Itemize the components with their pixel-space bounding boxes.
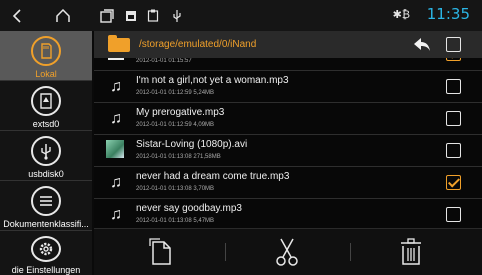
sidebar-item-label: extsd0 [32, 119, 60, 129]
bottom-toolbar [94, 228, 482, 275]
delete-icon[interactable] [396, 237, 426, 267]
sidebar-item-lokal[interactable]: Lokal [0, 31, 92, 81]
list-item[interactable]: ♫ never had a dream come true.mp3 2012-0… [94, 167, 482, 199]
file-checkbox[interactable] [446, 175, 461, 190]
file-checkbox[interactable] [446, 111, 461, 126]
sidebar-item-document-classification[interactable]: Dokumentenklassifi... [0, 181, 92, 231]
toolbar-divider [225, 243, 226, 261]
file-meta: 2012-01-01 01:12:59 5,24MB [136, 90, 215, 96]
folder-icon [108, 35, 130, 52]
cut-icon[interactable] [272, 237, 302, 267]
file-checkbox[interactable] [446, 58, 461, 61]
file-meta: 2012-01-01 01:13:08 271,58MB [136, 154, 221, 160]
home-icon[interactable] [52, 0, 74, 31]
gear-icon [31, 236, 61, 262]
toolbar-divider [350, 243, 351, 261]
file-checkbox[interactable] [446, 79, 461, 94]
music-note-icon: ♫ [110, 110, 122, 127]
file-name: I'm not a girl,not yet a woman.mp3 [136, 75, 289, 86]
sidebar-item-usbdisk0[interactable]: usbdisk0 [0, 131, 92, 181]
file-meta: 2012-01-01 01:12:59 4,09MB [136, 122, 215, 128]
recent-apps-icon[interactable] [96, 0, 118, 31]
music-note-icon: ♫ [110, 206, 122, 223]
sidebar-item-label: usbdisk0 [28, 169, 64, 179]
file-meta: 2012-01-01 01:15:57 [136, 58, 192, 64]
sidebar-item-extsd0[interactable]: extsd0 [0, 81, 92, 131]
file-checkbox[interactable] [446, 143, 461, 158]
file-meta: 2012-01-01 01:13:08 5,47MB [136, 218, 215, 224]
sidebar-item-settings[interactable]: die Einstellungen [0, 231, 92, 275]
list-icon [31, 186, 61, 216]
file-list: 2012-01-01 01:15:57 ♫ I'm not a girl,not… [94, 58, 482, 228]
clipboard-icon [142, 0, 164, 31]
file-meta: 2012-01-01 01:13:08 3,70MB [136, 186, 215, 192]
screenshot-icon [120, 0, 142, 31]
file-icon [108, 58, 124, 60]
back-arrow-icon[interactable] [412, 36, 432, 53]
usb-icon [166, 0, 188, 31]
list-item[interactable]: ♫ I'm not a girl,not yet a woman.mp3 201… [94, 71, 482, 103]
sidebar-item-label: Dokumentenklassifi... [3, 219, 89, 229]
external-sd-icon [31, 86, 61, 116]
list-item[interactable]: Sistar-Loving (1080p).avi 2012-01-01 01:… [94, 135, 482, 167]
file-name: Sistar-Loving (1080p).avi [136, 139, 248, 150]
video-thumbnail [106, 140, 124, 158]
music-note-icon: ♫ [110, 174, 122, 191]
sidebar: Lokal extsd0 usbdisk0 Dokumentenklassifi… [0, 31, 92, 275]
bluetooth-indicator: ✱₿ [392, 8, 410, 21]
file-name: never say goodbay.mp3 [136, 203, 242, 214]
file-name: never had a dream come true.mp3 [136, 171, 290, 182]
back-icon[interactable] [6, 0, 28, 31]
list-item[interactable]: ♫ never say goodbay.mp3 2012-01-01 01:13… [94, 199, 482, 228]
file-checkbox[interactable] [446, 207, 461, 222]
file-browser: /storage/emulated/0/iNand 2012-01-01 01:… [94, 31, 482, 275]
select-all-checkbox[interactable] [446, 37, 461, 52]
sidebar-item-label: die Einstellungen [11, 265, 81, 275]
copy-icon[interactable] [146, 237, 176, 267]
current-path: /storage/emulated/0/iNand [139, 39, 257, 50]
sd-card-icon [31, 36, 61, 66]
status-bar: ✱₿ 11:35 [0, 0, 482, 31]
list-item[interactable]: ♫ My prerogative.mp3 2012-01-01 01:12:59… [94, 103, 482, 135]
music-note-icon: ♫ [110, 78, 122, 95]
list-item[interactable]: 2012-01-01 01:15:57 [94, 58, 482, 71]
file-name: My prerogative.mp3 [136, 107, 225, 118]
usb-icon [31, 136, 61, 166]
sidebar-item-label: Lokal [35, 69, 57, 79]
clock: 11:35 [426, 5, 470, 23]
path-bar: /storage/emulated/0/iNand [94, 31, 482, 58]
